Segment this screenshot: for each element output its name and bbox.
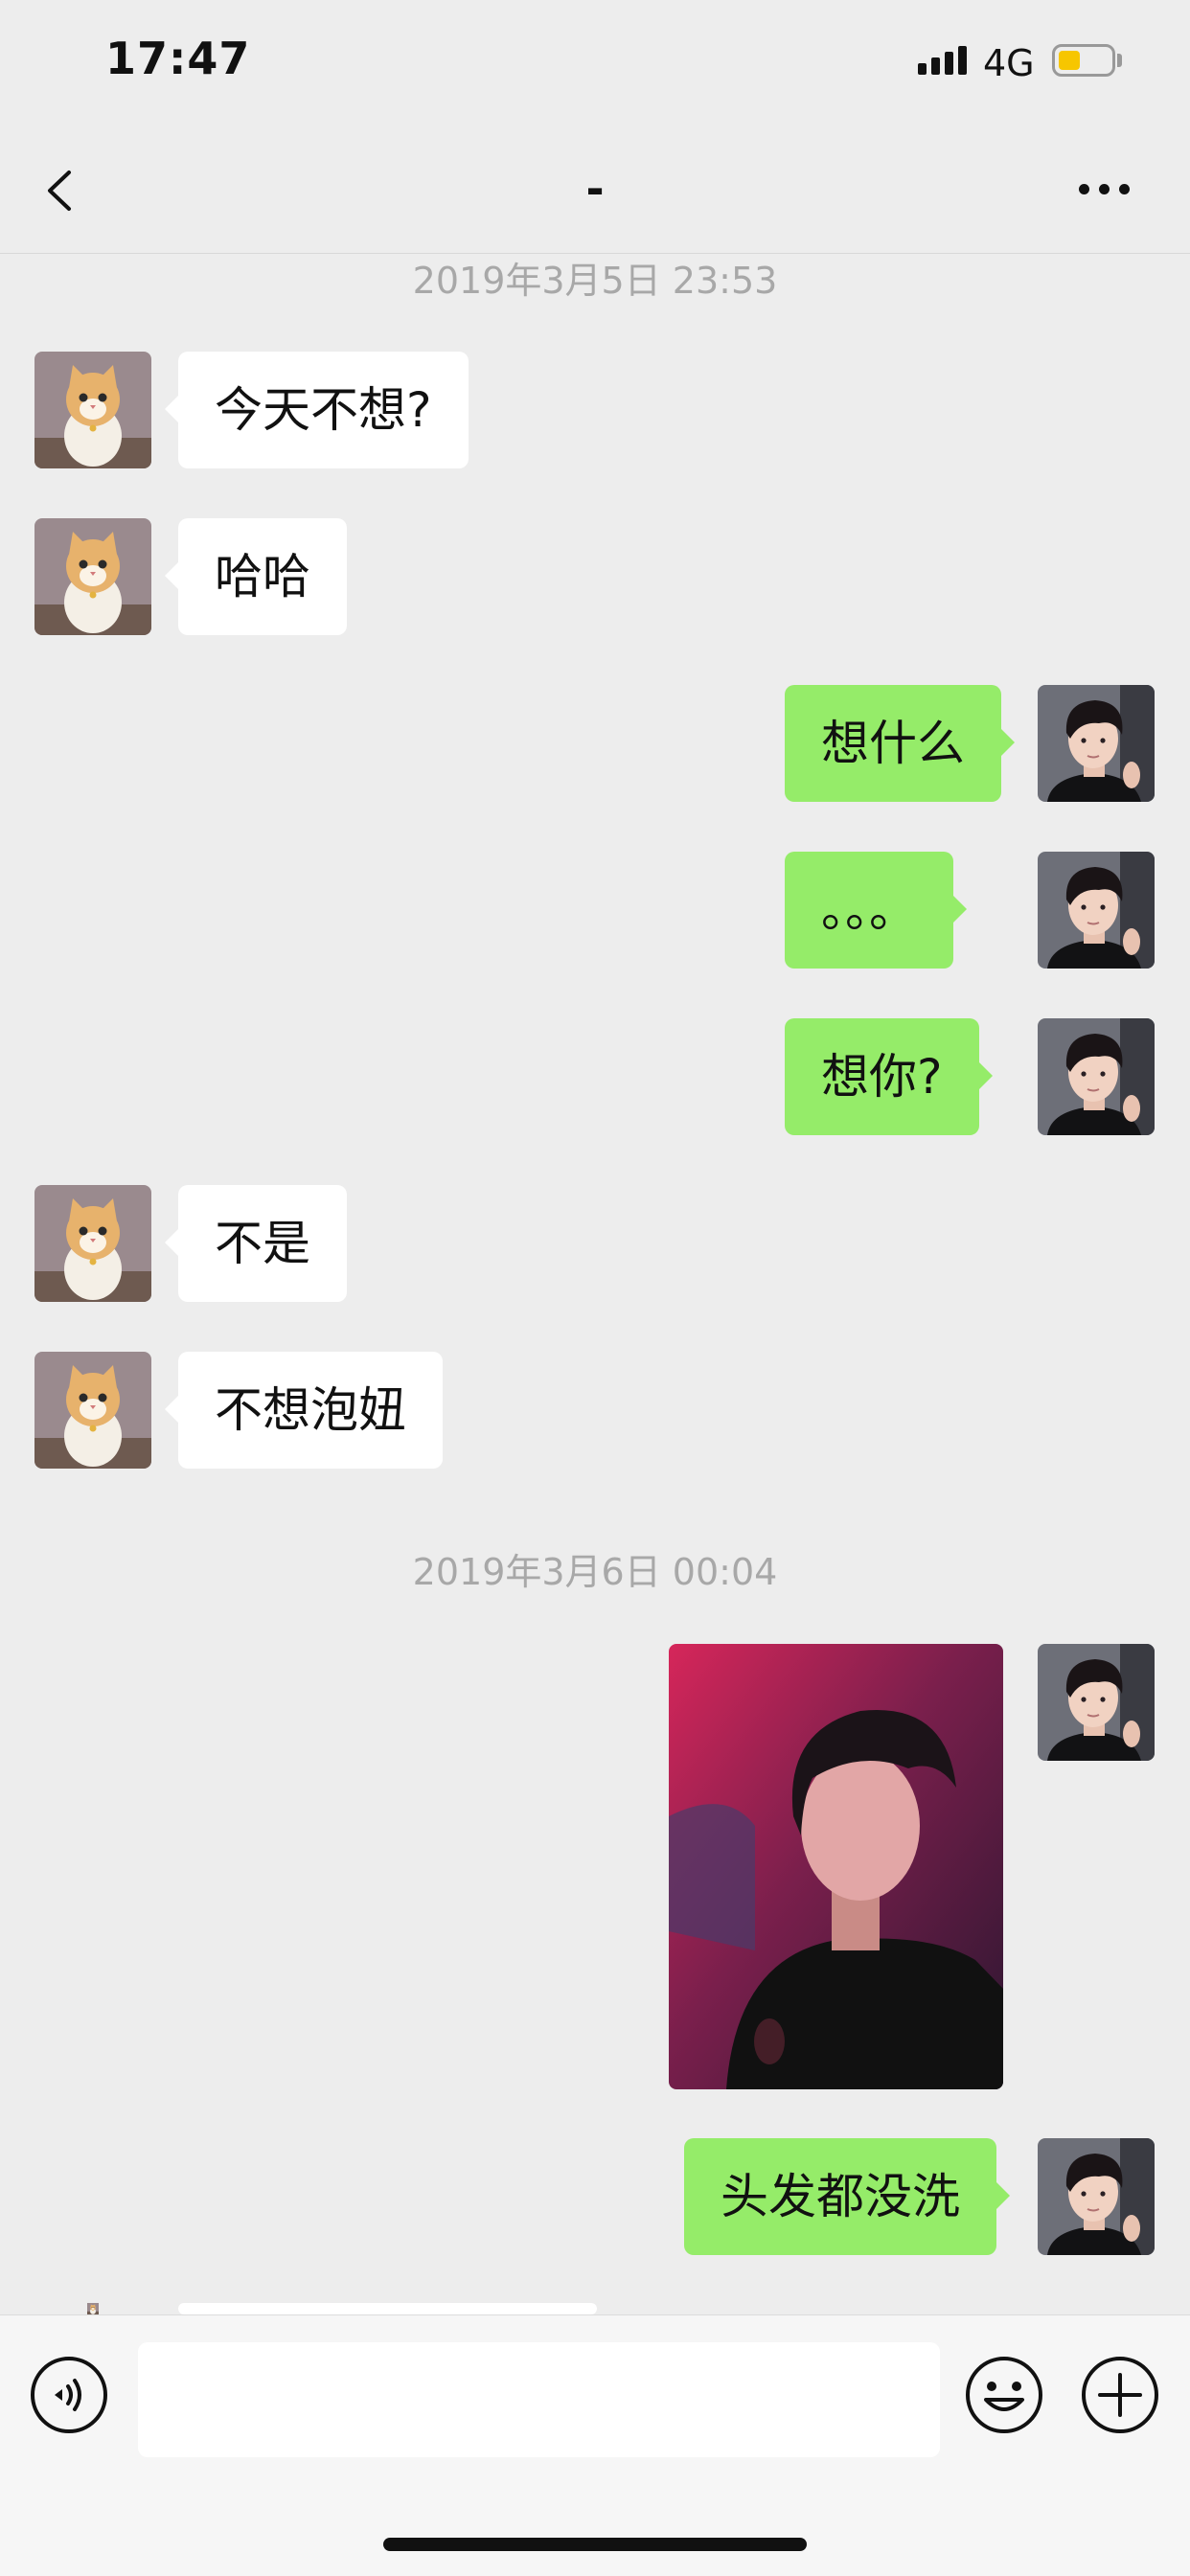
user-avatar[interactable] [1038, 852, 1155, 969]
user-avatar[interactable] [1038, 685, 1155, 802]
more-dots-icon[interactable] [1079, 184, 1130, 194]
nav-bar: - [0, 126, 1190, 254]
user-avatar[interactable] [1038, 2138, 1155, 2255]
home-indicator[interactable] [383, 2538, 807, 2551]
message-input[interactable] [138, 2342, 940, 2457]
plus-icon[interactable] [1081, 2356, 1159, 2434]
contact-avatar[interactable] [34, 1352, 151, 1469]
timestamp: 2019年3月5日 23:53 [0, 251, 1190, 304]
received-message-partial [178, 2303, 597, 2314]
photo-message[interactable] [669, 1644, 1003, 2089]
signal-bars-icon [918, 46, 967, 75]
chat-title: - [0, 163, 1190, 215]
timestamp: 2019年3月6日 00:04 [0, 1542, 1190, 1595]
received-message[interactable]: 不想泡妞 [178, 1352, 443, 1469]
voice-icon[interactable] [30, 2356, 108, 2434]
received-message[interactable]: 今天不想? [178, 352, 469, 468]
user-avatar[interactable] [1038, 1644, 1155, 1761]
sent-message[interactable]: 。。。 [785, 852, 953, 969]
battery-icon [1052, 44, 1115, 77]
sent-message[interactable]: 想你? [785, 1018, 979, 1135]
contact-avatar[interactable] [34, 352, 151, 468]
network-type: 4G [983, 42, 1035, 84]
status-bar: 17:47 4G [0, 0, 1190, 126]
contact-avatar [34, 2303, 151, 2314]
contact-avatar[interactable] [34, 518, 151, 635]
received-message[interactable]: 哈哈 [178, 518, 347, 635]
sent-message[interactable]: 想什么 [785, 685, 1001, 802]
contact-avatar[interactable] [34, 1185, 151, 1302]
status-time: 17:47 [105, 33, 250, 84]
user-avatar[interactable] [1038, 1018, 1155, 1135]
input-bar [0, 2314, 1190, 2576]
received-message[interactable]: 不是 [178, 1185, 347, 1302]
emoji-icon[interactable] [965, 2356, 1043, 2434]
sent-message[interactable]: 头发都没洗 [684, 2138, 996, 2255]
